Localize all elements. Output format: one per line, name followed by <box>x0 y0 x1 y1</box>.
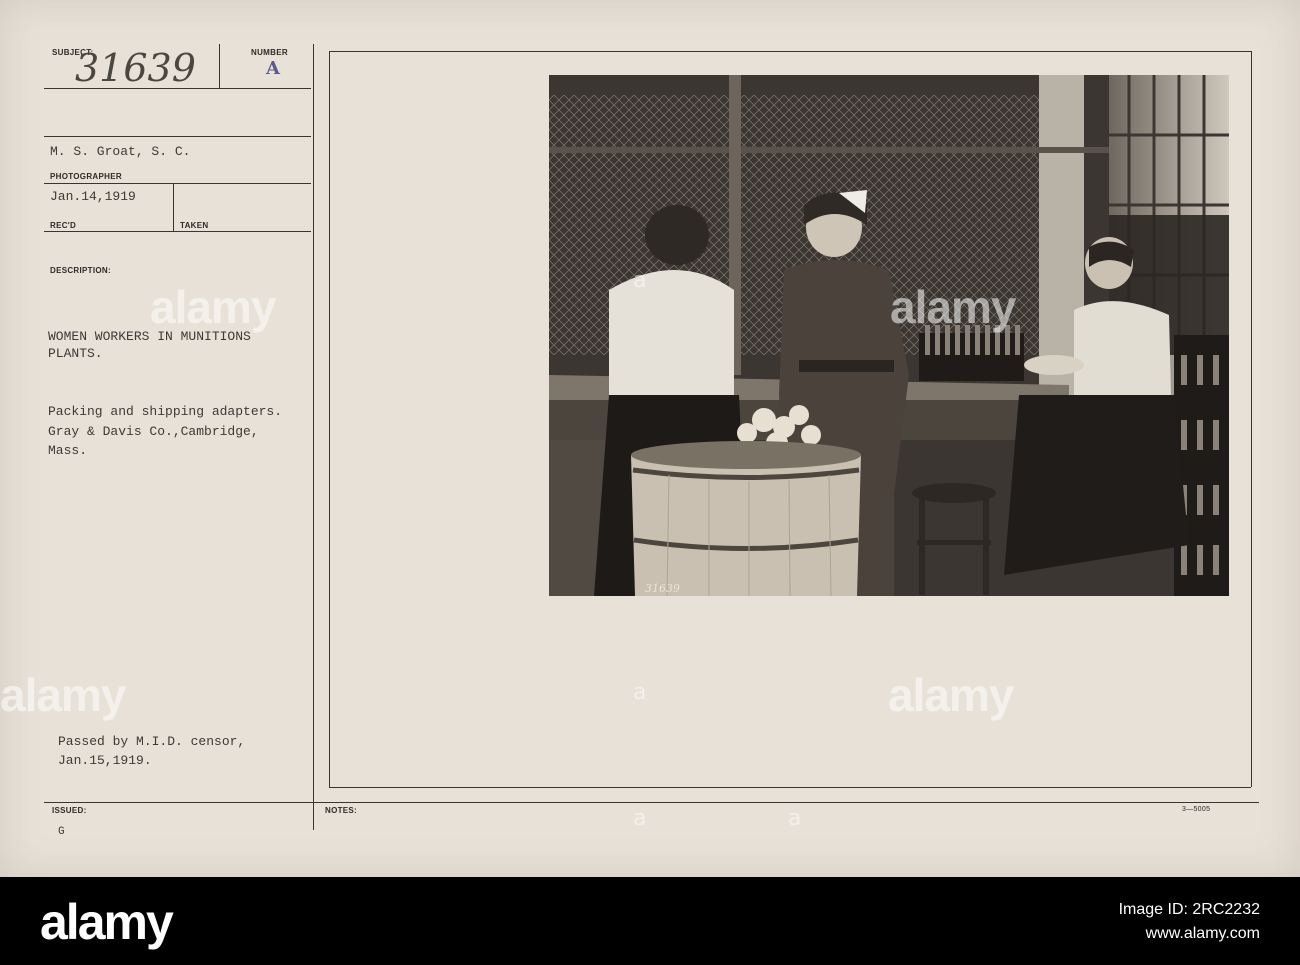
negative-number: 31639 <box>645 582 680 595</box>
stock-footer-banner <box>0 877 1300 965</box>
photo-frame-line <box>329 51 330 787</box>
description-line: Packing and shipping adapters. <box>48 404 283 419</box>
received-label: REC'D <box>50 221 77 230</box>
censor-line: Passed by M.I.D. censor, <box>58 734 246 749</box>
factory-photograph: 31639 <box>549 75 1229 596</box>
form-divider <box>44 231 311 232</box>
watermark: alamy <box>0 669 126 721</box>
description-line: Mass. <box>48 443 88 458</box>
site-url: www.alamy.com <box>1145 925 1260 942</box>
received-date: Jan.14,1919 <box>50 189 136 204</box>
form-divider <box>44 136 311 137</box>
issued-value: G <box>58 826 65 838</box>
form-divider <box>219 44 220 88</box>
taken-label: TAKEN <box>180 221 209 230</box>
subject-number: 31639 <box>75 46 196 90</box>
description-label: DESCRIPTION: <box>50 266 111 275</box>
alamy-logo: alamy <box>40 894 174 950</box>
issued-label: ISSUED: <box>52 806 87 815</box>
number-label: NUMBER <box>251 48 288 57</box>
description-line: PLANTS. <box>48 346 103 361</box>
photographer-name: M. S. Groat, S. C. <box>50 144 191 159</box>
image-id-line: Image ID: 2RC2232 <box>1118 901 1260 918</box>
photographer-label: PHOTOGRAPHER <box>50 172 122 181</box>
form-number: 3—5005 <box>1182 806 1211 813</box>
number-value: A <box>266 58 280 79</box>
form-divider <box>173 183 174 231</box>
watermark: alamy <box>150 281 276 333</box>
notes-label: NOTES: <box>325 806 358 815</box>
censor-line: Jan.15,1919. <box>58 753 152 768</box>
form-divider <box>44 183 311 184</box>
watermark-mark: a <box>788 806 802 831</box>
watermark-mark: a <box>633 806 647 831</box>
form-divider <box>44 802 1259 803</box>
watermark-mark: a <box>633 680 647 705</box>
watermark-mark: a <box>633 268 647 293</box>
photo-frame-line <box>329 51 1251 52</box>
watermark: alamy <box>888 669 1014 721</box>
form-divider <box>313 44 314 830</box>
watermark: alamy <box>890 281 1016 333</box>
factory-scene-image: 31639 <box>549 75 1229 596</box>
description-line: Gray & Davis Co.,Cambridge, <box>48 424 259 439</box>
photo-frame-line <box>329 787 1251 788</box>
photo-frame-line <box>1251 51 1252 787</box>
